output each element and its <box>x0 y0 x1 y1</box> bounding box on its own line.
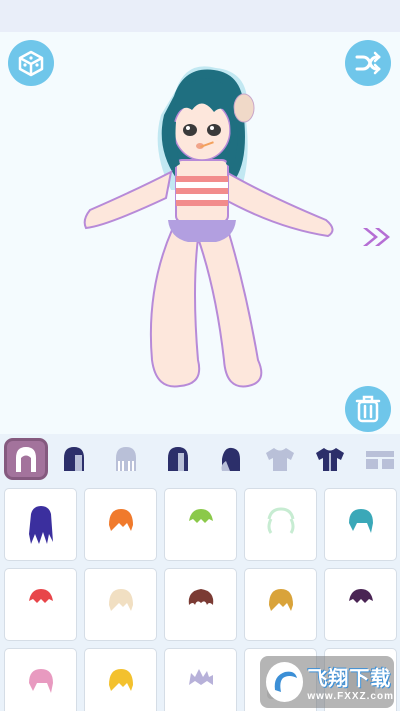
item-card[interactable] <box>324 568 397 641</box>
tab-side-hair[interactable] <box>156 438 200 480</box>
item-card[interactable] <box>4 568 77 641</box>
item-card[interactable] <box>84 648 157 711</box>
tshirt-dark-icon <box>316 448 344 471</box>
hairstyle-thumbnail-icon <box>268 588 293 611</box>
category-tab-bar <box>0 434 400 484</box>
hair-back-icon <box>64 447 84 471</box>
tab-top-light[interactable] <box>258 438 302 480</box>
hairstyle-thumbnail-icon <box>188 588 213 605</box>
dice-icon <box>18 50 44 77</box>
item-card[interactable] <box>244 568 317 641</box>
item-card[interactable] <box>164 488 237 561</box>
tshirt-light-icon <box>266 448 294 471</box>
hairstyle-thumbnail-icon <box>28 505 53 544</box>
next-arrow-icon[interactable] <box>360 224 394 250</box>
hairstyle-thumbnail-icon <box>108 508 133 531</box>
item-card[interactable] <box>4 488 77 561</box>
item-card[interactable] <box>84 568 157 641</box>
side-hair-icon <box>168 447 188 471</box>
item-card[interactable] <box>244 488 317 561</box>
tab-top-dark[interactable] <box>308 438 352 480</box>
item-card[interactable] <box>324 488 397 561</box>
hairstyle-thumbnail-icon <box>28 588 53 603</box>
tab-hair-front[interactable] <box>4 438 48 480</box>
hairstyle-thumbnail-icon <box>108 668 133 691</box>
hairstyle-thumbnail-icon <box>188 508 213 523</box>
hairstyle-thumbnail-icon <box>28 668 53 693</box>
shuffle-button[interactable] <box>345 40 391 86</box>
pants-icon <box>366 451 394 469</box>
bangs-icon <box>116 447 136 471</box>
tab-hair-back[interactable] <box>52 438 96 480</box>
watermark-title: 飞翔下载 <box>307 668 392 690</box>
hair-front-icon <box>16 447 36 472</box>
hairstyle-thumbnail-icon <box>348 588 373 603</box>
hairstyle-thumbnail-icon <box>348 508 373 533</box>
tab-bottoms[interactable] <box>358 438 400 480</box>
item-card[interactable] <box>164 648 237 711</box>
shuffle-icon <box>355 51 381 75</box>
trash-icon <box>355 395 381 423</box>
tab-hair-profile[interactable] <box>208 438 252 480</box>
delete-button[interactable] <box>345 386 391 432</box>
item-card[interactable] <box>84 488 157 561</box>
hairstyle-thumbnail-icon <box>188 668 213 685</box>
hairstyle-thumbnail-icon <box>108 588 133 611</box>
random-button[interactable] <box>8 40 54 86</box>
item-card[interactable] <box>164 568 237 641</box>
tab-bangs[interactable] <box>104 438 148 480</box>
watermark-logo-icon <box>266 662 304 702</box>
hairstyle-thumbnail-icon <box>267 506 294 534</box>
item-card[interactable] <box>4 648 77 711</box>
watermark-url: www.FXXZ.com <box>307 691 394 702</box>
hair-profile-icon <box>221 447 240 471</box>
character-preview <box>83 66 334 388</box>
watermark-overlay: 飞翔下载 www.FXXZ.com <box>260 656 394 708</box>
status-bar <box>0 0 400 32</box>
